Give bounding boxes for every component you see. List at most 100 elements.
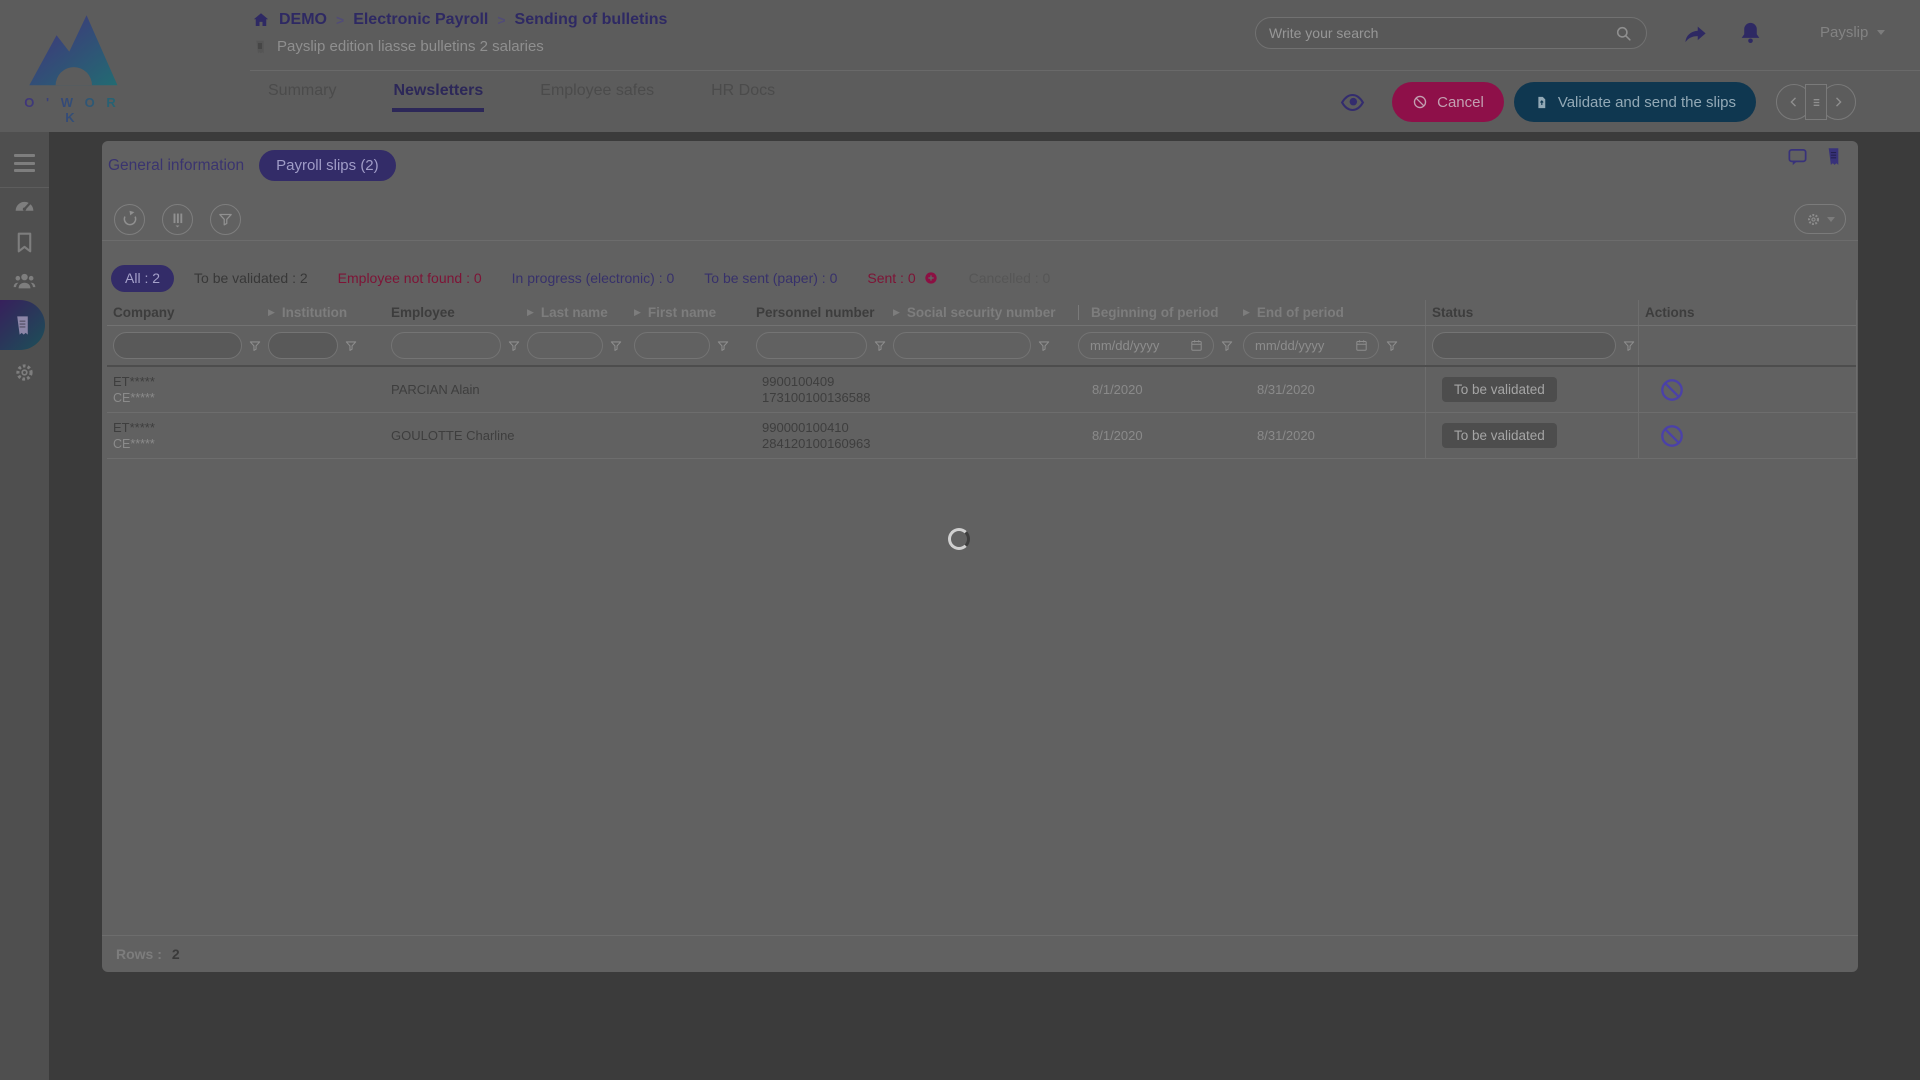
tab-summary[interactable]: Summary [267,72,337,108]
beginning-of-period-filter-input[interactable]: mm/dd/yyyy [1078,332,1214,359]
user-menu[interactable]: Payslip [1820,24,1885,41]
status-filter-to-be-validated[interactable]: To be validated : 2 [194,270,308,286]
cancel-slip-button[interactable] [1658,422,1686,450]
column-header-employee[interactable]: Employee [385,300,521,325]
column-header-social-security-number[interactable]: ▶ Social security number [887,300,1072,325]
column-header-beginning-of-period[interactable]: Beginning of period [1072,300,1237,325]
tab-newsletters[interactable]: Newsletters [392,72,484,112]
cancel-slip-button[interactable] [1658,376,1686,404]
filter-icon[interactable] [716,339,730,353]
home-icon[interactable] [252,11,270,29]
share-icon[interactable] [1682,21,1709,48]
calendar-icon[interactable] [1354,338,1369,353]
filter-button[interactable] [210,204,241,235]
status-filter-input[interactable] [1432,332,1616,359]
refresh-button[interactable] [114,204,145,235]
column-chooser-button[interactable] [162,204,193,235]
company-filter-input[interactable] [113,332,242,359]
column-header-personnel-number[interactable]: Personnel number [750,300,887,325]
status-filter-cancelled[interactable]: Cancelled : 0 [969,270,1051,286]
end-of-period-filter-input[interactable]: mm/dd/yyyy [1243,332,1379,359]
table-settings-button[interactable] [1794,204,1846,234]
sidebar-item-settings[interactable] [12,360,37,385]
column-header-status[interactable]: Status [1425,300,1638,325]
validate-and-send-button[interactable]: Validate and send the slips [1514,82,1756,122]
cancel-button[interactable]: Cancel [1392,82,1504,122]
status-filter-employee-not-found[interactable]: Employee not found : 0 [338,270,482,286]
subtab-payroll-slips[interactable]: Payroll slips (2) [259,150,396,181]
company-code: ET***** [113,421,155,435]
first-name-filter-input[interactable] [634,332,710,359]
status-filter-sent-label: Sent : 0 [867,270,915,286]
institution-filter-input[interactable] [268,332,338,359]
personnel-number-filter-input[interactable] [756,332,867,359]
plus-circle-icon[interactable] [923,270,939,286]
list-icon [1808,94,1825,111]
filter-icon[interactable] [507,339,521,353]
filter-icon[interactable] [1220,339,1234,353]
table-header-row: Company ▶ Institution Employee ▶ Last na… [107,300,1856,326]
table-row[interactable]: ET***** CE***** GOULOTTE Charline 990000… [107,413,1856,459]
company-sub-code: CE***** [113,391,155,405]
end-of-period: 8/31/2020 [1237,367,1425,412]
app-logo[interactable]: O ' W O R K [16,8,128,125]
sidebar-item-bookmarks[interactable] [12,230,37,255]
filter-icon[interactable] [248,339,262,353]
status-filter-sent[interactable]: Sent : 0 [867,270,938,286]
table-footer: Rows : 2 [102,935,1858,972]
last-name-filter-input[interactable] [527,332,603,359]
receipt-icon[interactable] [1823,146,1844,167]
record-list-button[interactable] [1805,84,1827,120]
status-badge: To be validated [1442,377,1557,402]
bell-icon[interactable] [1736,19,1765,48]
page-subtitle-row: Payslip edition liasse bulletins 2 salar… [252,38,667,55]
column-header-end-of-period[interactable]: ▶ End of period [1237,300,1425,325]
search-input[interactable] [1269,25,1614,41]
column-header-actions[interactable]: Actions [1638,300,1856,325]
columns-icon [168,210,187,229]
column-header-institution[interactable]: ▶ Institution [262,300,385,325]
sidebar-item-employees[interactable] [12,268,37,293]
breadcrumb-item-electronic-payroll[interactable]: Electronic Payroll [353,11,488,29]
gear-icon [1805,211,1822,228]
expand-column-icon[interactable]: ▶ [893,307,900,318]
breadcrumb-item-sending-of-bulletins[interactable]: Sending of bulletins [515,11,668,29]
column-header-company[interactable]: Company [107,300,262,325]
search-icon[interactable] [1614,24,1633,43]
employee-name: PARCIAN Alain [385,367,521,412]
column-header-last-name[interactable]: ▶ Last name [521,300,628,325]
filter-icon[interactable] [873,339,887,353]
breadcrumb-item-demo[interactable]: DEMO [279,11,327,29]
preview-button[interactable] [1335,90,1370,115]
beginning-of-period: 8/1/2020 [1072,367,1237,412]
subtab-general-information[interactable]: General information [108,157,244,175]
expand-column-icon[interactable]: ▶ [268,307,275,318]
calendar-icon[interactable] [1189,338,1204,353]
filter-icon[interactable] [344,339,358,353]
chat-icon[interactable] [1786,146,1809,169]
sidebar-item-dashboard[interactable] [12,193,37,218]
column-header-first-name[interactable]: ▶ First name [628,300,750,325]
date-placeholder: mm/dd/yyyy [1090,338,1159,353]
expand-column-icon[interactable]: ▶ [1243,307,1250,318]
filter-icon[interactable] [1385,339,1399,353]
expand-column-icon[interactable]: ▶ [527,307,534,318]
status-filter-in-progress[interactable]: In progress (electronic) : 0 [512,270,675,286]
filter-icon[interactable] [1037,339,1051,353]
status-filter-all[interactable]: All : 2 [111,265,174,292]
sidebar-item-payslips[interactable] [0,300,45,350]
status-filter-to-be-sent[interactable]: To be sent (paper) : 0 [704,270,837,286]
employee-filter-input[interactable] [391,332,501,359]
expand-column-icon[interactable]: ▶ [634,307,641,318]
tab-hr-docs[interactable]: HR Docs [710,72,776,108]
table-toolbar [114,198,1846,240]
sidebar-menu-toggle[interactable] [14,154,35,177]
toolbar-divider [102,240,1858,241]
tab-employee-safes[interactable]: Employee safes [539,72,655,108]
filter-icon[interactable] [609,339,623,353]
filter-icon[interactable] [1622,339,1636,353]
payroll-slips-table: Company ▶ Institution Employee ▶ Last na… [107,300,1857,459]
social-security-filter-input[interactable] [893,332,1031,359]
global-search [1255,17,1647,49]
table-row[interactable]: ET***** CE***** PARCIAN Alain 9900100409… [107,367,1856,413]
